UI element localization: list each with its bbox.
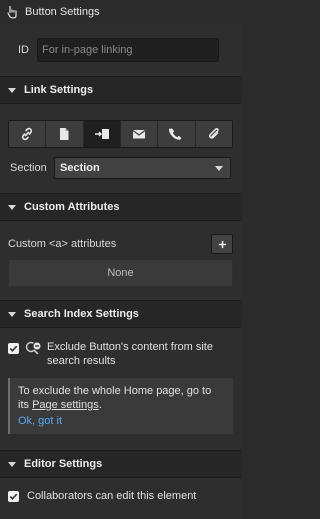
add-attribute-button[interactable] [211, 234, 233, 254]
exclude-search-row: Exclude Button's content from site searc… [0, 340, 241, 368]
attributes-empty-text: None [107, 267, 134, 279]
ok-got-it-link[interactable]: Ok, got it [18, 414, 225, 428]
collapse-caret-icon [8, 311, 16, 317]
page-icon [60, 128, 69, 140]
tab-url-link[interactable] [9, 121, 47, 147]
button-settings-header: Button Settings [0, 0, 241, 24]
section-label: Link Settings [24, 84, 94, 96]
id-row: ID [0, 24, 241, 76]
panel-title: Button Settings [25, 6, 100, 18]
id-label: ID [18, 44, 29, 56]
plus-icon [218, 240, 226, 248]
exclude-search-label: Exclude Button's content from site searc… [47, 341, 213, 367]
custom-attributes-header[interactable]: Custom Attributes [0, 193, 241, 221]
link-settings-header[interactable]: Link Settings [0, 76, 241, 104]
collapse-caret-icon [8, 204, 16, 210]
link-type-tabs [8, 120, 233, 148]
check-icon [9, 493, 18, 500]
collapse-caret-icon [8, 461, 16, 467]
section-anchor-icon [94, 129, 109, 139]
info-box: To exclude the whole Home page, go to it… [8, 378, 233, 434]
collaborators-label: Collaborators can edit this element [27, 490, 197, 502]
collaborators-row: Collaborators can edit this element [0, 490, 241, 502]
page-settings-link[interactable]: Page settings [32, 399, 99, 411]
custom-attributes-row: Custom <a> attributes [0, 233, 241, 255]
search-exclude-icon [24, 340, 42, 358]
section-label: Search Index Settings [24, 308, 139, 320]
url-link-icon [22, 127, 33, 141]
tab-attachment[interactable] [195, 121, 232, 147]
search-index-header[interactable]: Search Index Settings [0, 300, 241, 328]
section-select-label: Section [10, 162, 47, 174]
section-select-value: Section [60, 162, 100, 174]
tab-phone[interactable] [158, 121, 196, 147]
check-icon [9, 345, 18, 352]
phone-icon [169, 128, 182, 140]
section-label: Editor Settings [24, 458, 103, 470]
tab-email[interactable] [120, 121, 159, 147]
info-suffix: . [98, 399, 102, 411]
editor-settings-header[interactable]: Editor Settings [0, 450, 241, 478]
collapse-caret-icon [8, 87, 16, 93]
settings-panel: Button Settings ID Link Settings Section [0, 0, 241, 519]
email-icon [132, 130, 146, 139]
attachment-icon [208, 128, 219, 139]
id-input[interactable] [37, 38, 219, 62]
exclude-search-checkbox[interactable] [8, 343, 19, 354]
section-row: Section Section [0, 157, 241, 179]
collaborators-checkbox[interactable] [8, 490, 19, 502]
section-select[interactable]: Section [54, 157, 231, 179]
tab-section-anchor[interactable] [83, 121, 121, 147]
chevron-down-icon [215, 166, 223, 171]
hand-pointer-icon [6, 5, 18, 19]
tab-page[interactable] [46, 121, 84, 147]
attributes-empty-box: None [8, 259, 233, 287]
custom-attributes-label: Custom <a> attributes [8, 238, 117, 250]
section-label: Custom Attributes [24, 201, 120, 213]
